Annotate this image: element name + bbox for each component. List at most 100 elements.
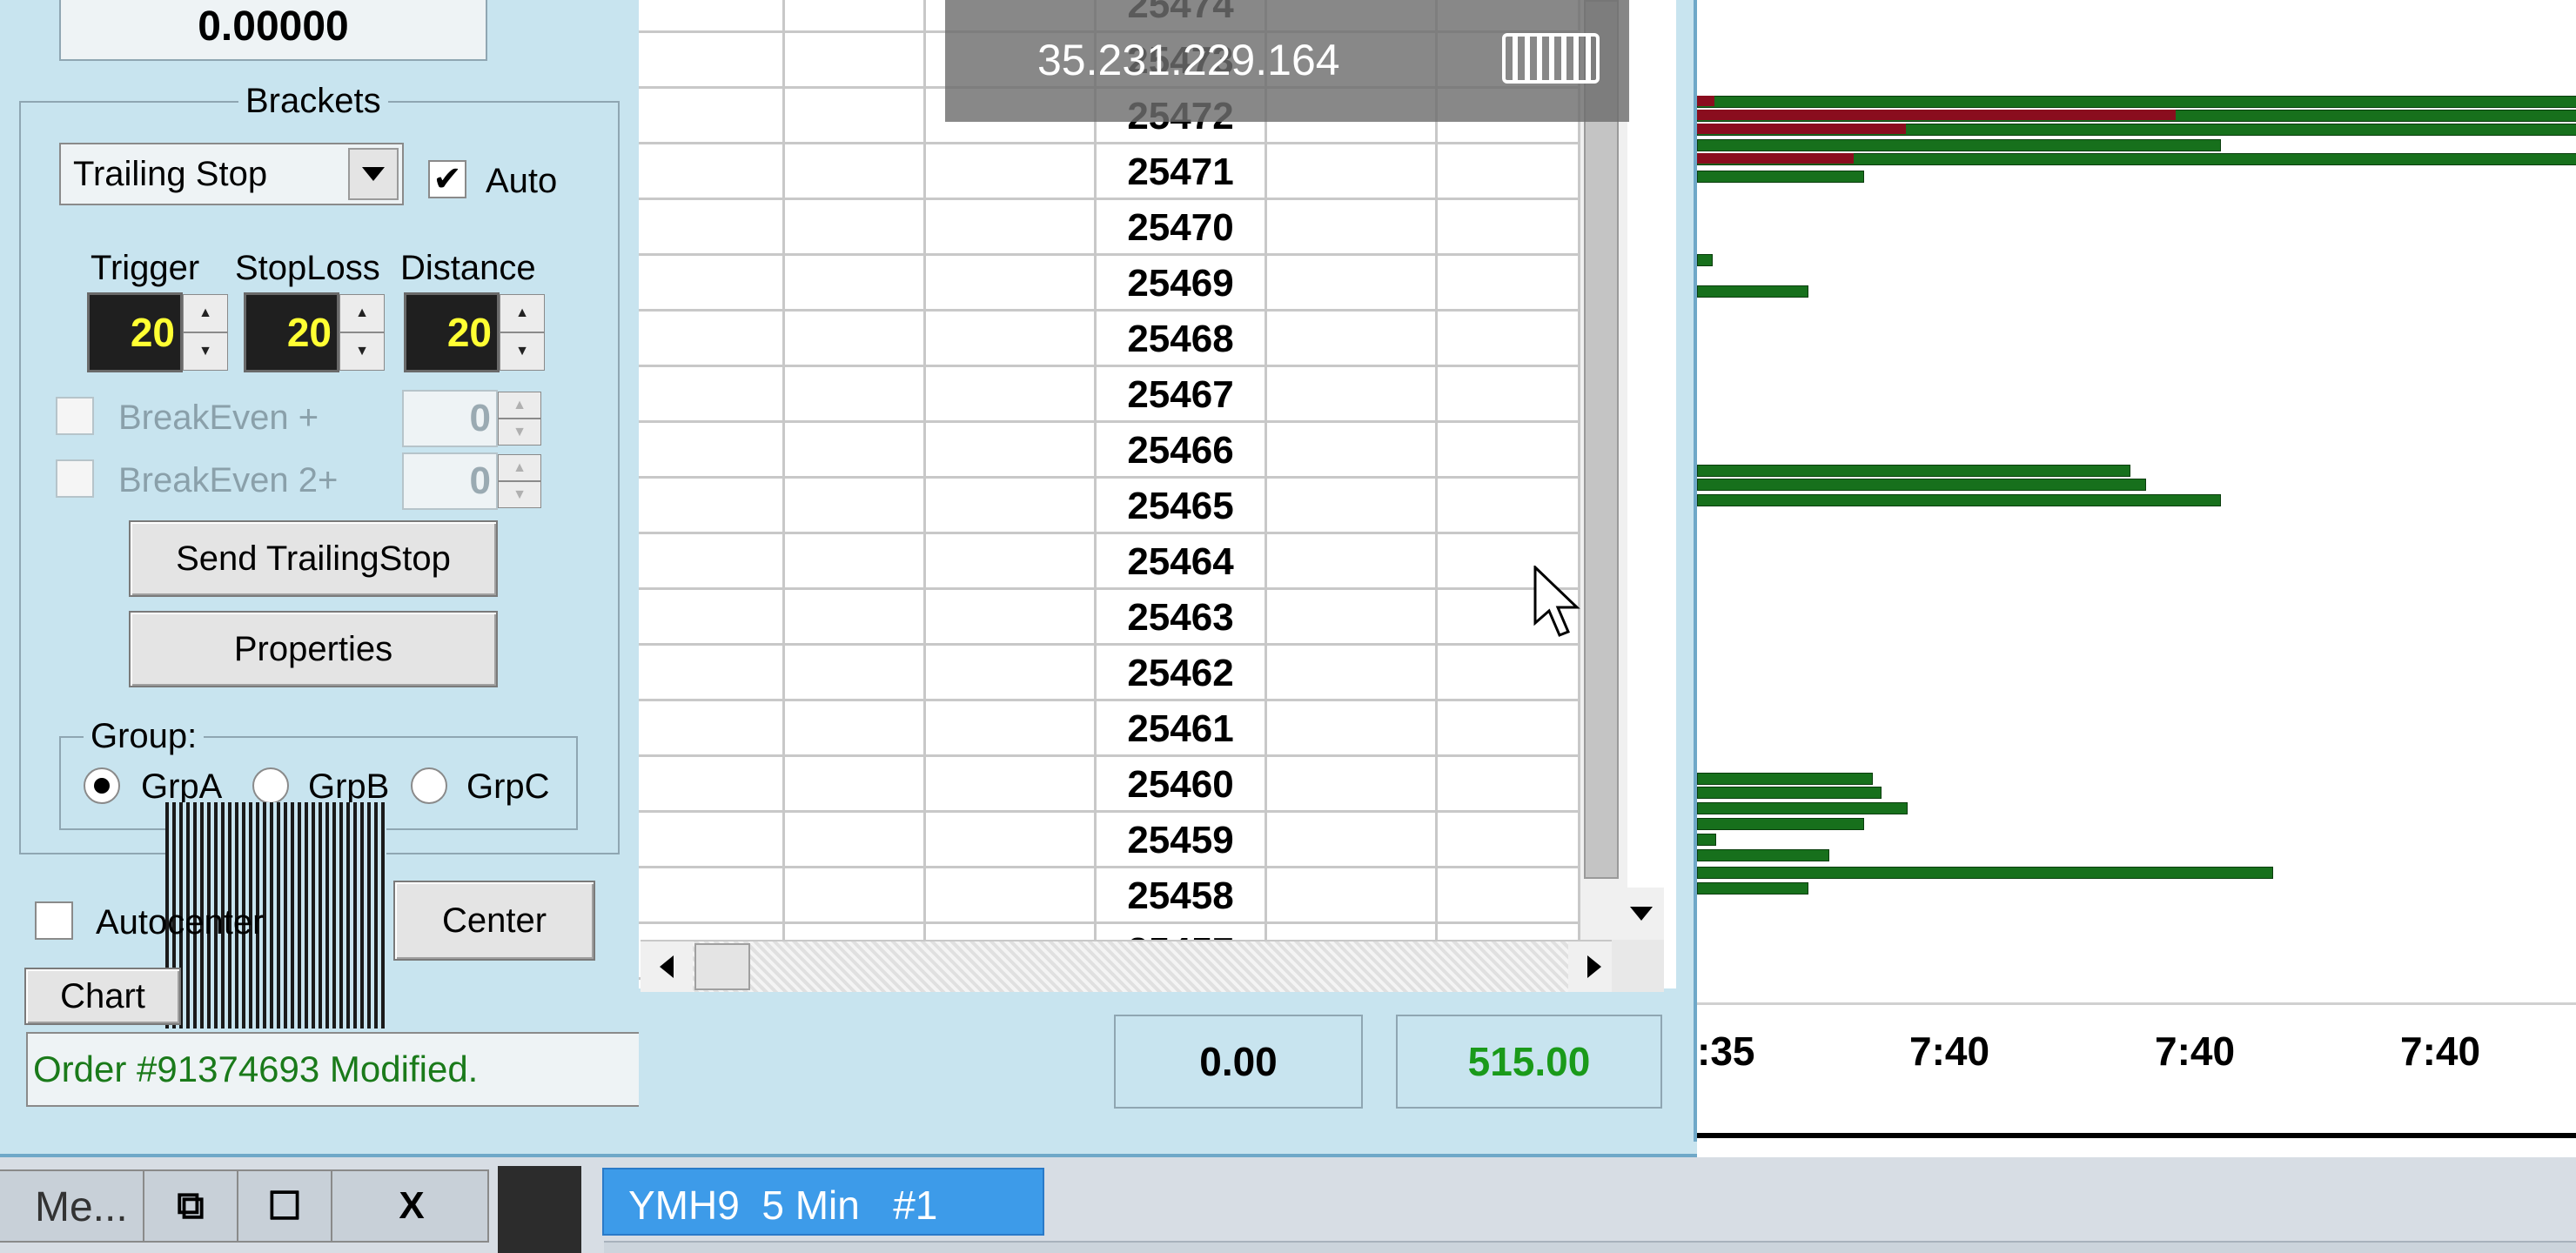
spin-up-icon[interactable]: ▲: [498, 392, 541, 419]
ladder-cell[interactable]: [1267, 144, 1438, 200]
ladder-cell[interactable]: [1438, 312, 1580, 367]
ladder-cell[interactable]: [1267, 367, 1438, 423]
horizontal-scrollbar-track[interactable]: [641, 940, 1620, 992]
ladder-cell[interactable]: [926, 144, 1097, 200]
ladder-cell[interactable]: [785, 144, 926, 200]
auto-checkbox[interactable]: ✔: [428, 160, 466, 198]
ladder-cell[interactable]: [1438, 367, 1580, 423]
ladder-cell[interactable]: 25469: [1097, 256, 1267, 312]
ladder-cell[interactable]: [1267, 423, 1438, 479]
breakeven2-input[interactable]: 0: [402, 452, 498, 510]
ladder-cell[interactable]: 25471: [1097, 144, 1267, 200]
autocenter-checkbox[interactable]: [35, 901, 73, 940]
center-button[interactable]: Center: [393, 881, 595, 961]
ladder-cell[interactable]: [1438, 813, 1580, 868]
ladder-cell[interactable]: [1438, 868, 1580, 924]
properties-button[interactable]: Properties: [129, 611, 498, 687]
spin-down-icon[interactable]: ▼: [498, 419, 541, 446]
trigger-input[interactable]: 20: [87, 292, 183, 372]
ladder-cell[interactable]: 25459: [1097, 813, 1267, 868]
ladder-cell[interactable]: [1267, 813, 1438, 868]
ladder-cell[interactable]: [1267, 256, 1438, 312]
ladder-cell[interactable]: [926, 312, 1097, 367]
ladder-cell[interactable]: [1267, 646, 1438, 701]
ladder-cell[interactable]: [785, 33, 926, 89]
ladder-cell[interactable]: [785, 256, 926, 312]
ladder-cell[interactable]: [1267, 200, 1438, 256]
vertical-scrollbar-thumb[interactable]: [1584, 0, 1619, 879]
spin-up-icon[interactable]: ▲: [339, 294, 385, 332]
ladder-cell[interactable]: 25470: [1097, 200, 1267, 256]
ladder-cell[interactable]: [639, 89, 785, 144]
ladder-cell[interactable]: [926, 534, 1097, 590]
ladder-cell[interactable]: [1267, 701, 1438, 757]
spin-down-icon[interactable]: ▼: [498, 481, 541, 508]
ladder-cell[interactable]: [926, 646, 1097, 701]
spin-up-icon[interactable]: ▲: [183, 294, 228, 332]
price-chart[interactable]: :35 7:40 7:40 7:40: [1697, 0, 2576, 1149]
ladder-cell[interactable]: [1438, 646, 1580, 701]
ladder-cell[interactable]: 25468: [1097, 312, 1267, 367]
ladder-cell[interactable]: [639, 367, 785, 423]
ladder-cell[interactable]: [1267, 757, 1438, 813]
ladder-cell[interactable]: [639, 256, 785, 312]
ladder-cell[interactable]: [639, 33, 785, 89]
keyboard-icon[interactable]: [1502, 33, 1600, 84]
ladder-cell[interactable]: [785, 312, 926, 367]
ladder-cell[interactable]: [785, 200, 926, 256]
ladder-cell[interactable]: [639, 590, 785, 646]
ladder-cell[interactable]: 25462: [1097, 646, 1267, 701]
ladder-cell[interactable]: [926, 868, 1097, 924]
close-icon[interactable]: X: [331, 1171, 491, 1241]
radio-grpc[interactable]: [411, 767, 447, 804]
ladder-cell[interactable]: 25460: [1097, 757, 1267, 813]
ladder-cell[interactable]: 25463: [1097, 590, 1267, 646]
breakeven1-input[interactable]: 0: [402, 390, 498, 447]
minimized-window-button[interactable]: Me... ⧉ ☐ X: [0, 1169, 489, 1243]
ladder-cell[interactable]: [639, 423, 785, 479]
price-ladder-grid[interactable]: 2547425473254722547125470254692546825467…: [639, 0, 1666, 988]
ladder-cell[interactable]: [1267, 479, 1438, 534]
ladder-cell[interactable]: [926, 757, 1097, 813]
ladder-cell[interactable]: [785, 479, 926, 534]
ladder-cell[interactable]: [1267, 590, 1438, 646]
ladder-cell[interactable]: [926, 256, 1097, 312]
ladder-cell[interactable]: [785, 89, 926, 144]
ladder-cell[interactable]: [785, 367, 926, 423]
ladder-cell[interactable]: [785, 534, 926, 590]
ladder-cell[interactable]: 25464: [1097, 534, 1267, 590]
horizontal-scrollbar-thumb[interactable]: [694, 943, 750, 990]
ladder-cell[interactable]: [639, 534, 785, 590]
ladder-cell[interactable]: [639, 144, 785, 200]
ladder-cell[interactable]: [639, 757, 785, 813]
ladder-cell[interactable]: [785, 868, 926, 924]
ladder-cell[interactable]: [926, 423, 1097, 479]
ladder-cell[interactable]: [926, 813, 1097, 868]
ladder-cell[interactable]: 25458: [1097, 868, 1267, 924]
ladder-cell[interactable]: [785, 813, 926, 868]
ladder-cell[interactable]: [639, 646, 785, 701]
ladder-cell[interactable]: [1267, 534, 1438, 590]
send-trailing-stop-button[interactable]: Send TrailingStop: [129, 520, 498, 597]
ladder-cell[interactable]: [785, 590, 926, 646]
ladder-cell[interactable]: 25465: [1097, 479, 1267, 534]
scroll-left-icon[interactable]: [641, 941, 693, 992]
bracket-type-dropdown[interactable]: Trailing Stop: [59, 143, 404, 205]
ladder-cell[interactable]: [785, 646, 926, 701]
spin-down-icon[interactable]: ▼: [339, 332, 385, 371]
chart-button[interactable]: Chart: [24, 968, 181, 1025]
spin-down-icon[interactable]: ▼: [183, 332, 228, 371]
ladder-cell[interactable]: [1438, 144, 1580, 200]
restore-icon[interactable]: ⧉: [143, 1171, 237, 1241]
ladder-cell[interactable]: [926, 367, 1097, 423]
taskbar-active-tab[interactable]: YMH9 5 Min #1: [602, 1168, 1044, 1236]
ladder-cell[interactable]: [639, 813, 785, 868]
ladder-cell[interactable]: [785, 701, 926, 757]
chevron-down-icon[interactable]: [348, 148, 399, 200]
ladder-cell[interactable]: [926, 701, 1097, 757]
ladder-cell[interactable]: [1438, 757, 1580, 813]
ladder-cell[interactable]: [639, 0, 785, 33]
spin-down-icon[interactable]: ▼: [500, 332, 545, 371]
radio-grpa[interactable]: [84, 767, 120, 804]
distance-input[interactable]: 20: [404, 292, 500, 372]
